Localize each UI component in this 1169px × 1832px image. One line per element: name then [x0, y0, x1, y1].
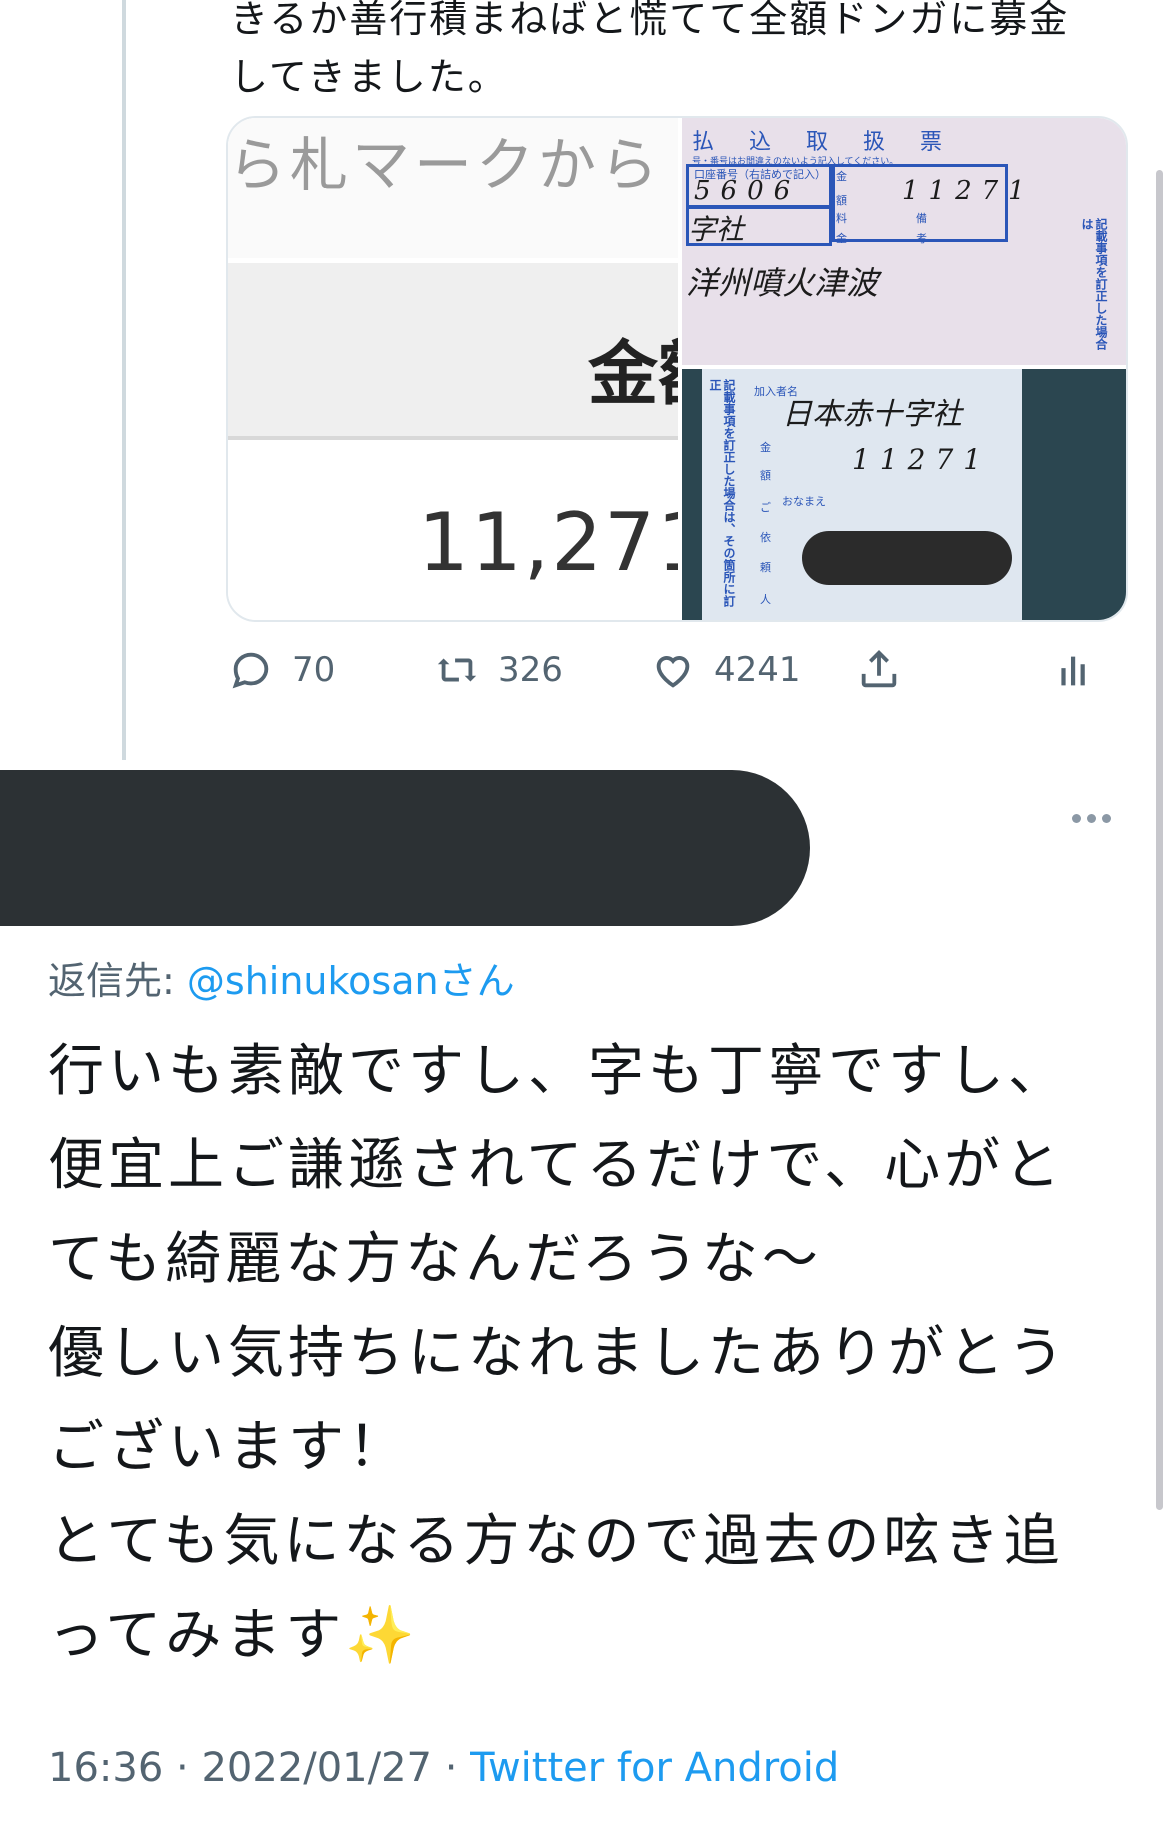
slip-label-kin: 金 — [836, 170, 847, 183]
reply-count: 70 — [292, 650, 336, 690]
slip2-label-irai: 依 — [760, 531, 771, 544]
slip-label-kin2: 金 — [836, 232, 847, 245]
tweet-date: 2022/01/27 — [201, 1745, 432, 1791]
slip2-label-go: ご — [760, 501, 771, 514]
slip-label-ryo: 料 — [836, 212, 847, 225]
redaction-bar-small — [802, 531, 1012, 585]
slip2-label-gaku: 額 — [760, 469, 771, 482]
meta-separator-2: · — [444, 1745, 458, 1791]
slip-handwriting-2: 洋州噴火津波 — [686, 264, 879, 302]
slip2-label-kin: 金 — [760, 441, 771, 454]
parent-tweet-text: きるか善行積まねばと慌てて全額ドンガに募金 してきました。 — [230, 0, 1070, 99]
tweet-source-link[interactable]: Twitter for Android — [470, 1745, 839, 1791]
slip-header: 払 込 取 扱 票 — [692, 130, 956, 155]
sparkles-emoji: ✨ — [345, 1603, 419, 1668]
like-count: 4241 — [714, 650, 801, 690]
more-options-icon[interactable] — [1072, 808, 1118, 828]
tweet-time: 16:36 — [48, 1745, 164, 1791]
tweet-metadata: 16:36 · 2022/01/27 · Twitter for Android — [48, 1745, 839, 1791]
reply-tweet-text: 行いも素敵ですし、字も丁寧ですし、 便宜上ご謙遜されてるだけで、心がと ても綺麗… — [48, 1025, 1128, 1683]
share-icon — [861, 650, 897, 688]
media-image-payment-slip-photo[interactable]: 記載事項を訂正した場合は、その箇所に訂正 加入者名 日本赤十字社 金 額 112… — [682, 369, 1126, 620]
reply-text-content: 行いも素敵ですし、字も丁寧ですし、 便宜上ご謙遜されてるだけで、心がと ても綺麗… — [48, 1039, 1068, 1668]
heart-icon — [656, 656, 690, 688]
slip-account-number: 5606 — [694, 176, 801, 206]
redacted-user-header — [0, 770, 810, 926]
reply-to-handle-link[interactable]: @shinukosan — [187, 959, 439, 1003]
share-button[interactable] — [856, 640, 902, 700]
slip-label-ko: 考 — [916, 232, 927, 245]
slip2-label-tanomu: 頼 — [760, 561, 771, 574]
reply-to-suffix: さん — [438, 959, 515, 1003]
media-image-top-area: ら札マークから — [228, 118, 678, 258]
analytics-button[interactable] — [1052, 640, 1098, 700]
retweet-icon — [437, 658, 477, 682]
slip2-handwriting-name: 日本赤十字社 — [782, 397, 962, 432]
slip2-amount-number: 11271 — [852, 443, 992, 476]
reply-to-line: 返信先: @shinukosanさん — [48, 950, 515, 1005]
slip-label-bi: 備 — [916, 212, 927, 225]
slip2-label-hito: 人 — [760, 593, 771, 606]
like-button[interactable]: 4241 — [650, 640, 801, 700]
media-image-separator — [228, 436, 678, 440]
slip2-side-text: 記載事項を訂正した場合は、その箇所に訂正 — [708, 379, 736, 607]
slip2-paper: 記載事項を訂正した場合は、その箇所に訂正 加入者名 日本赤十字社 金 額 112… — [702, 369, 1022, 620]
reply-to-prefix: 返信先: — [48, 959, 187, 1003]
media-image-amount-value: 11,271円 — [418, 496, 678, 589]
slip-amount-number: 11271 — [902, 176, 1035, 206]
slip2-name-label: おなまえ — [782, 495, 826, 508]
media-image-amount-screenshot[interactable]: ら札マークから 金額 11,271円 — [228, 118, 678, 620]
slip-label-gaku: 額 — [836, 194, 847, 207]
retweet-button[interactable]: 326 — [434, 640, 563, 700]
scrollbar[interactable] — [1156, 170, 1163, 1510]
reply-button[interactable]: 70 — [228, 640, 335, 700]
reply-icon — [232, 652, 269, 689]
meta-separator-1: · — [176, 1745, 189, 1791]
media-image-payment-slip[interactable]: 払 込 取 扱 票 号・番号はお間違えのないよう記入してください。 口座番号（右… — [682, 118, 1126, 365]
analytics-icon — [1061, 656, 1085, 686]
media-image-top-text: ら札マークから — [228, 131, 663, 199]
thread-connector-line — [122, 0, 126, 760]
slip-handwriting-1: 字社 — [688, 213, 745, 246]
slip-side-text: 記載事項を訂正した場合は — [1080, 218, 1108, 350]
media-image-amount-label: 金額 — [588, 333, 678, 415]
tweet-media-grid[interactable]: ら札マークから 金額 11,271円 払 込 取 扱 票 号・番号はお間違えのな… — [226, 116, 1128, 622]
retweet-count: 326 — [498, 650, 563, 690]
tweet-action-bar: 70 326 4241 — [226, 640, 1126, 700]
